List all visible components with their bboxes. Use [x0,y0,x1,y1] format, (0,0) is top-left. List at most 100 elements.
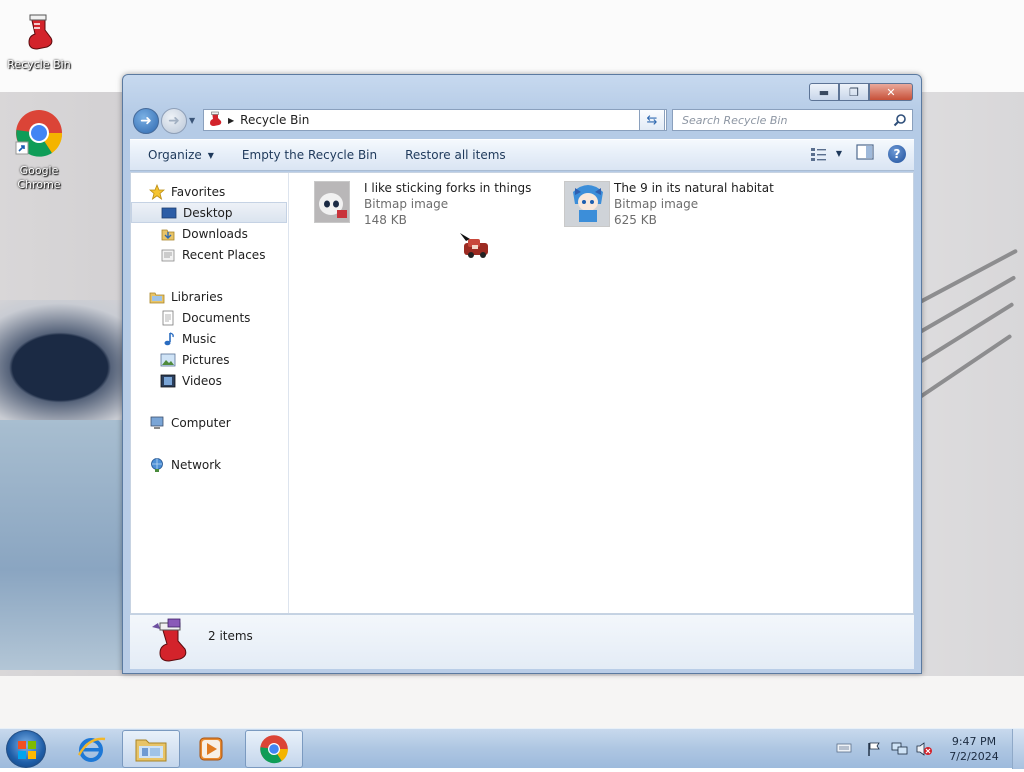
organize-button[interactable]: Organize ▼ [138,143,224,167]
volume-muted-icon[interactable] [915,741,933,760]
nav-item-label: Network [171,457,222,472]
close-icon: ✕ [886,85,896,99]
views-button[interactable]: ▼ [810,146,842,162]
address-bar[interactable]: ▶ Recycle Bin ▼ [203,109,667,131]
file-item[interactable]: The 9 in its natural habitat Bitmap imag… [564,173,814,231]
file-list: I like sticking forks in things Bitmap i… [290,173,913,613]
close-button[interactable]: ✕ [869,83,913,101]
file-type: Bitmap image [614,197,699,211]
search-input[interactable] [680,112,880,128]
desktop-icon-label: Google Chrome [17,164,61,191]
taskbar-media-player[interactable] [182,730,240,768]
explorer-body: Favorites Desktop Downloads Recent Place… [130,172,914,614]
videos-icon [160,373,176,389]
back-button[interactable]: ➜ [133,108,159,134]
taskbar-clock[interactable]: 9:47 PM 7/2/2024 [942,734,1006,764]
desktop-icon-label: Recycle Bin [7,58,71,71]
empty-recycle-bin-label: Empty the Recycle Bin [241,148,378,162]
restore-all-items-button[interactable]: Restore all items [395,143,516,167]
nav-item-libraries[interactable]: Libraries [131,286,287,307]
file-size: 148 KB [364,213,407,227]
recycle-bin-window[interactable]: ▬ ❐ ✕ ➜ ➜ ▼ ▶ Recycle Bin ▼ [122,74,922,674]
file-size: 625 KB [614,213,657,227]
file-type: Bitmap image [364,197,449,211]
desktop-google-chrome[interactable]: Google Chrome [1,108,77,192]
recent-pages-dropdown[interactable]: ▼ [189,116,195,125]
refresh-button[interactable]: ⇆ [639,109,665,131]
nav-item-label: Computer [171,415,231,430]
media-player-icon [199,737,223,761]
recycle-bin-icon [208,111,224,130]
caption-buttons: ▬ ❐ ✕ [809,83,913,101]
command-bar: Organize ▼ Empty the Recycle Bin Restore… [130,139,914,171]
nav-item-label: Documents [182,310,251,325]
breadcrumb-location[interactable]: Recycle Bin [240,113,309,127]
nav-item-music[interactable]: Music [131,328,287,349]
item-count: 2 items [208,629,253,643]
downloads-icon [160,226,176,242]
nav-item-label: Downloads [182,226,248,241]
nav-item-computer[interactable]: Computer [131,412,287,433]
breadcrumb-separator[interactable]: ▶ [228,116,234,125]
documents-icon [160,310,176,326]
views-icon [810,147,826,161]
nav-item-videos[interactable]: Videos [131,370,287,391]
file-name: I like sticking forks in things [364,181,532,195]
nav-item-network[interactable]: Network [131,454,287,475]
preview-pane-button[interactable] [856,144,874,163]
nav-item-pictures[interactable]: Pictures [131,349,287,370]
recycle-bin-icon [148,617,194,668]
organize-label: Organize [148,148,202,162]
minimize-button[interactable]: ▬ [809,83,839,101]
pictures-icon [160,352,176,368]
keyboard-icon[interactable] [836,742,852,757]
explorer-folder-icon [135,739,167,762]
taskbar-google-chrome[interactable] [245,730,303,768]
help-icon[interactable]: ? [888,144,906,163]
nav-item-documents[interactable]: Documents [131,307,287,328]
nav-item-label: Pictures [182,352,230,367]
search-box[interactable] [672,109,913,131]
desktop-icon [161,205,177,221]
network-tray-icon[interactable] [890,741,908,760]
nav-item-label: Libraries [171,289,223,304]
nav-item-label: Videos [182,373,222,388]
nav-item-favorites[interactable]: Favorites [131,181,287,202]
nav-item-downloads[interactable]: Downloads [131,223,287,244]
file-item[interactable]: I like sticking forks in things Bitmap i… [314,173,564,231]
star-icon [149,183,165,200]
taskbar: 9:47 PM 7/2/2024 [0,728,1024,769]
empty-recycle-bin-button[interactable]: Empty the Recycle Bin [232,143,387,167]
show-desktop-button[interactable] [1012,729,1024,769]
nav-item-desktop[interactable]: Desktop [131,202,287,223]
search-icon[interactable] [893,113,907,130]
forward-arrow-icon: ➜ [168,113,180,129]
windows-start-icon [18,741,36,759]
forward-button[interactable]: ➜ [161,108,187,134]
refresh-icon: ⇆ [646,112,658,128]
taskbar-windows-explorer[interactable] [122,730,180,768]
back-arrow-icon: ➜ [140,113,152,129]
chevron-down-icon: ▼ [207,150,214,160]
mouse-cursor-icon [458,231,492,264]
nav-item-label: Desktop [183,205,233,220]
file-thumbnail [564,181,610,227]
nav-item-recent-places[interactable]: Recent Places [131,244,287,265]
nav-item-label: Recent Places [182,247,266,262]
chrome-icon [1,108,77,162]
nav-item-label: Music [182,331,217,346]
maximize-button[interactable]: ❐ [839,83,869,101]
navigation-row: ➜ ➜ ▼ ▶ Recycle Bin ▼ ⇆ [131,107,913,135]
chrome-icon [260,735,288,764]
recycle-bin-icon [1,12,77,56]
internet-explorer-icon [77,737,106,762]
navigation-pane: Favorites Desktop Downloads Recent Place… [131,173,289,613]
restore-all-items-label: Restore all items [405,148,506,162]
start-button[interactable] [6,730,46,768]
minimize-icon: ▬ [818,85,830,99]
action-center-flag-icon[interactable] [866,741,882,760]
desktop-recycle-bin[interactable]: Recycle Bin [1,12,77,72]
file-name: The 9 in its natural habitat [614,181,774,195]
file-thumbnail [314,181,350,223]
taskbar-internet-explorer[interactable] [62,730,120,768]
